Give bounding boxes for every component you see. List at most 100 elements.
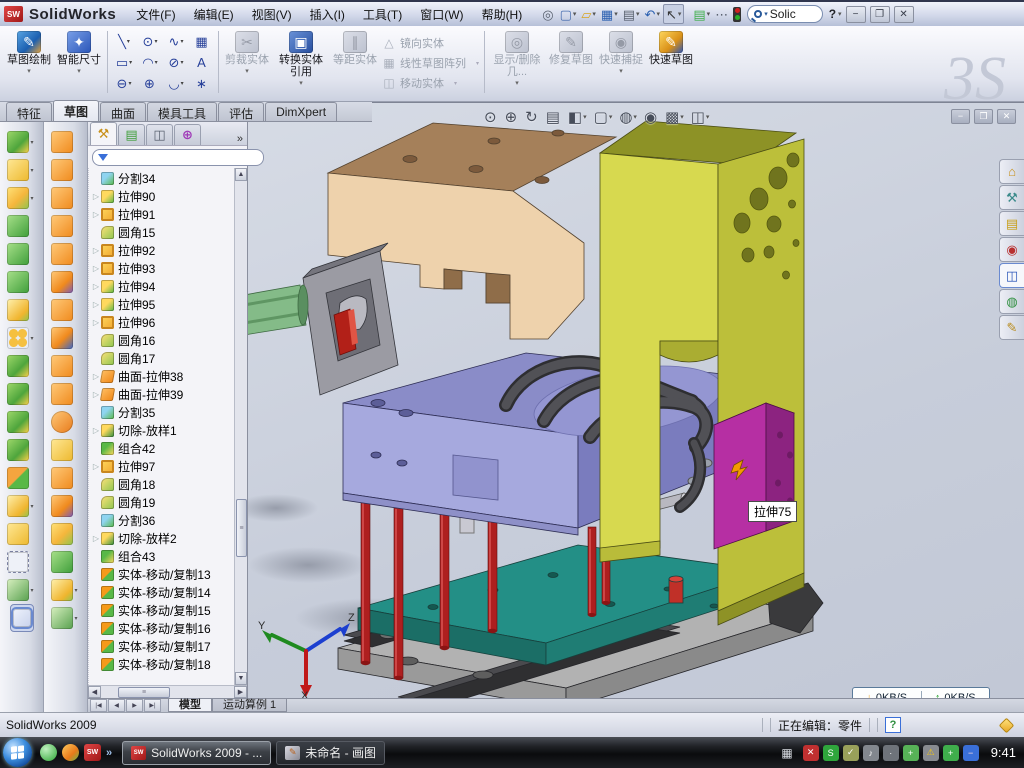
chevron-down-icon[interactable]: ▾ [31, 335, 37, 342]
more-tabs-chevron[interactable]: » [237, 133, 243, 145]
chevron-down-icon[interactable]: ▾ [619, 66, 623, 78]
ribbon-tab[interactable]: 曲面 [100, 102, 146, 121]
quicklaunch-app-icon[interactable] [62, 744, 79, 761]
quick-tips-button[interactable]: ? [885, 717, 901, 733]
sketch-tool-button[interactable]: ╲ ▾ [111, 31, 137, 52]
chevron-down-icon[interactable]: ▾ [31, 139, 37, 146]
chevron-down-icon[interactable]: ▾ [154, 38, 157, 45]
feature-tool-button[interactable] [7, 548, 37, 576]
feature-tool-button[interactable] [7, 436, 37, 464]
tree-item[interactable]: 实体-移动/复制16 [91, 619, 234, 637]
task-pane-tab[interactable]: ⌂ [999, 159, 1024, 184]
help-button[interactable]: ? [829, 7, 836, 21]
tree-item[interactable]: 圆角18 [91, 475, 234, 493]
expand-arrow-icon[interactable]: ▷ [91, 534, 101, 543]
tray-icon[interactable]: − [963, 745, 979, 761]
chevron-down-icon[interactable]: ▾ [838, 10, 842, 18]
chevron-down-icon[interactable]: ▾ [31, 195, 37, 202]
command-button[interactable]: ◫ 移动实体 ▾ [380, 73, 481, 93]
tree-item[interactable]: 分割34 [91, 169, 234, 187]
expand-arrow-icon[interactable]: ▷ [91, 462, 101, 471]
surface-tool-button[interactable] [51, 548, 81, 576]
expand-arrow-icon[interactable]: ▷ [91, 246, 101, 255]
menu-item[interactable]: 文件(F) [128, 3, 183, 26]
ribbon-tab[interactable]: 模具工具 [147, 102, 217, 121]
tree-item[interactable]: ▷ 拉伸97 [91, 457, 234, 475]
surface-tool-button[interactable] [51, 436, 81, 464]
tree-item[interactable]: 圆角19 [91, 493, 234, 511]
toolbar-button[interactable]: ▱ ▾ [579, 4, 598, 24]
tray-icon[interactable]: ✕ [803, 745, 819, 761]
tree-item[interactable]: 圆角15 [91, 223, 234, 241]
surface-tool-button[interactable]: ▾ [51, 576, 81, 604]
measure-tool-button[interactable] [10, 604, 34, 632]
view-tool-button[interactable]: ◧ ▾ [568, 108, 587, 126]
expand-arrow-icon[interactable]: ▷ [91, 210, 101, 219]
toolbar-button[interactable]: ▤ ▾ [621, 4, 642, 24]
manager-tab[interactable]: ⚒ [90, 122, 117, 145]
command-button[interactable]: ∥ 等距实体 [330, 29, 380, 90]
chevron-down-icon[interactable]: ▾ [129, 59, 132, 66]
chevron-down-icon[interactable]: ▾ [707, 10, 711, 18]
scroll-left-icon[interactable]: ◀ [88, 686, 101, 698]
part-cavity-insert[interactable] [303, 243, 398, 395]
feature-tool-button[interactable] [7, 296, 37, 324]
menu-item[interactable]: 编辑(E) [186, 3, 242, 26]
tree-item[interactable]: ▷ 拉伸96 [91, 313, 234, 331]
surface-tool-button[interactable] [51, 352, 81, 380]
chevron-down-icon[interactable]: ▾ [31, 503, 37, 510]
quicklaunch-messenger-icon[interactable] [40, 744, 57, 761]
tray-icon[interactable]: ♪ [863, 745, 879, 761]
taskbar-window-button[interactable]: ✎ 未命名 - 画图 [276, 741, 385, 765]
chevron-down-icon[interactable]: ▾ [127, 38, 130, 45]
interference-lights-icon[interactable] [733, 7, 741, 22]
view-tool-button[interactable]: ◍ ▾ [619, 108, 637, 126]
sketch-tool-button[interactable]: A [189, 52, 215, 73]
ribbon-tab[interactable]: 草图 [53, 100, 99, 121]
view-tool-button[interactable]: ▤ [546, 108, 561, 126]
chevron-down-icon[interactable]: ▾ [31, 167, 37, 174]
surface-tool-button[interactable] [51, 212, 81, 240]
feature-tool-button[interactable] [7, 268, 37, 296]
sketch-tool-button[interactable]: ◡ ▾ [163, 73, 189, 94]
view-tool-button[interactable]: ▩ ▾ [665, 108, 684, 126]
toolbar-button[interactable]: ▢ ▾ [558, 4, 579, 24]
tree-horizontal-scrollbar[interactable]: ◀ ≡ ▶ [88, 685, 247, 698]
expand-arrow-icon[interactable]: ▷ [91, 282, 101, 291]
command-button[interactable]: ✎ 快速草图 [646, 29, 696, 90]
sketch-tool-button[interactable]: ∗ [189, 73, 215, 94]
chevron-down-icon[interactable]: ▾ [678, 10, 682, 18]
tree-item[interactable]: 圆角16 [91, 331, 234, 349]
restore-button[interactable]: ❐ [870, 6, 890, 23]
feature-tool-button[interactable] [7, 352, 37, 380]
command-button[interactable]: ▦ 线性草图阵列 ▾ [380, 53, 481, 73]
quicklaunch-more-chevron[interactable]: » [106, 747, 112, 759]
surface-tool-button[interactable]: ▾ [51, 604, 81, 632]
sketch-tool-button[interactable]: ⊕ [137, 73, 163, 94]
chevron-down-icon[interactable]: ▾ [77, 66, 81, 78]
search-box[interactable]: ▾ [747, 5, 823, 23]
surface-tool-button[interactable] [51, 296, 81, 324]
surface-tool-button[interactable] [51, 492, 81, 520]
sketch-tool-button[interactable]: ▭ ▾ [111, 52, 137, 73]
view-tool-button[interactable]: ⊕ [505, 108, 519, 126]
surface-tool-button[interactable] [51, 324, 81, 352]
ribbon-tab[interactable]: 评估 [218, 102, 264, 121]
chevron-down-icon[interactable]: ▾ [180, 38, 183, 45]
menu-item[interactable]: 工具(T) [355, 3, 410, 26]
tray-icon[interactable]: + [903, 745, 919, 761]
chevron-down-icon[interactable]: ▾ [75, 587, 81, 594]
study-nav-button[interactable]: |◀ [90, 699, 107, 712]
model-canvas[interactable]: Y Z X [248, 103, 1024, 699]
chevron-down-icon[interactable]: ▾ [31, 587, 37, 594]
tree-item[interactable]: ▷ 拉伸95 [91, 295, 234, 313]
toolbar-button[interactable]: ↶ ▾ [643, 4, 662, 24]
surface-tool-button[interactable] [51, 128, 81, 156]
tree-item[interactable]: 组合42 [91, 439, 234, 457]
chevron-down-icon[interactable]: ▾ [706, 113, 710, 121]
part-handle-tube[interactable] [248, 285, 308, 335]
keyboard-layout-icon[interactable]: ▦ [781, 746, 792, 760]
chevron-down-icon[interactable]: ▾ [27, 66, 31, 78]
tree-item[interactable]: 分割35 [91, 403, 234, 421]
surface-tool-button[interactable] [51, 240, 81, 268]
